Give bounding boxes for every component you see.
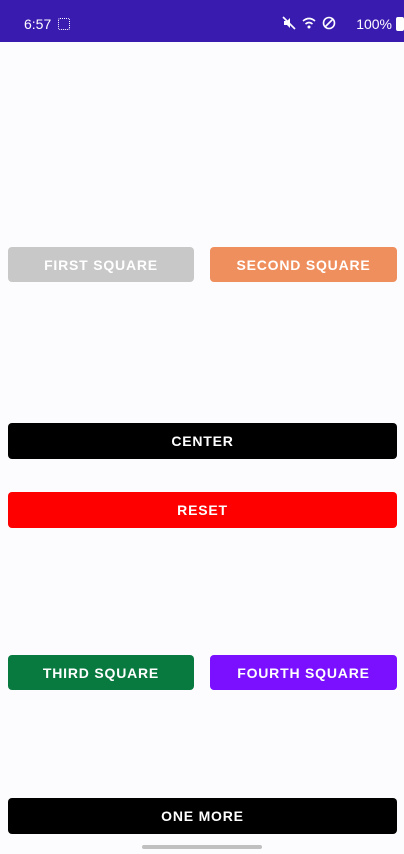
status-time: 6:57 — [24, 16, 52, 32]
first-square-button[interactable]: FIRST SQUARE — [8, 247, 194, 282]
center-button[interactable]: CENTER — [8, 423, 397, 459]
reset-button[interactable]: RESET — [8, 492, 397, 528]
dnd-icon — [322, 16, 336, 30]
status-bar: 6:57 100% — [0, 0, 404, 42]
second-square-button[interactable]: SECOND SQUARE — [210, 247, 397, 282]
battery-percent: 100% — [356, 16, 392, 32]
screen-record-icon — [58, 18, 70, 30]
fourth-square-button[interactable]: FOURTH SQUARE — [210, 655, 397, 690]
one-more-button[interactable]: ONE MORE — [8, 798, 397, 834]
navigation-handle[interactable] — [142, 845, 262, 849]
battery-icon — [396, 17, 404, 31]
status-icons — [282, 16, 336, 30]
wifi-icon — [302, 16, 316, 30]
mute-icon — [282, 16, 296, 30]
third-square-button[interactable]: THIRD SQUARE — [8, 655, 194, 690]
